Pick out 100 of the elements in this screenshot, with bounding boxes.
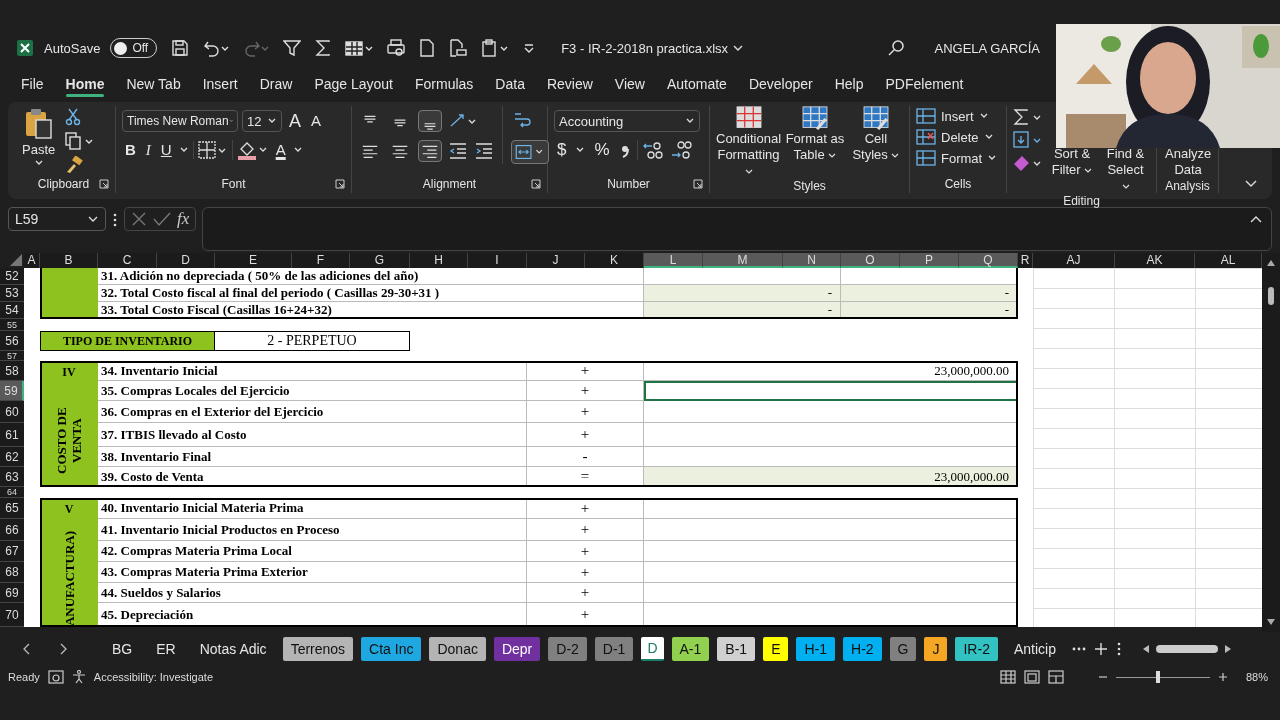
sheet-tab[interactable]: Terrenos xyxy=(282,637,354,661)
page-break-preview-icon[interactable] xyxy=(1047,670,1064,684)
styles-button[interactable]: Cell Styles xyxy=(848,106,903,163)
table-icon[interactable] xyxy=(345,39,374,57)
font-name-dropdown[interactable]: Times New Roman xyxy=(122,110,238,132)
column-header[interactable]: AL xyxy=(1195,253,1262,268)
formula-field[interactable] xyxy=(202,207,1272,251)
add-sheet-icon[interactable] xyxy=(1093,642,1108,656)
cells-button[interactable]: Delete xyxy=(916,129,1000,145)
fill-color-icon[interactable] xyxy=(231,140,269,160)
increase-decimal-icon[interactable] xyxy=(636,140,664,160)
collapse-formula-bar-icon[interactable] xyxy=(1249,214,1263,224)
column-header[interactable]: N xyxy=(783,253,841,268)
column-header[interactable]: J xyxy=(527,253,585,268)
horizontal-align-icon[interactable] xyxy=(418,140,442,162)
sheet-tab[interactable]: ER xyxy=(148,637,184,661)
zoom-level[interactable]: 88% xyxy=(1245,671,1268,683)
menu-tab[interactable]: Draw xyxy=(248,70,304,98)
sheet-tab[interactable]: Anticip xyxy=(1005,637,1064,661)
percent-button[interactable]: % xyxy=(591,140,613,160)
sheet-tab[interactable]: D-1 xyxy=(594,637,634,661)
column-header[interactable]: F xyxy=(292,253,350,268)
undo-icon[interactable] xyxy=(203,39,230,57)
sheet-tab[interactable]: Notas Adic xyxy=(191,637,275,661)
underline-button[interactable]: U xyxy=(157,140,175,160)
sheet-tab[interactable]: D xyxy=(641,637,664,661)
menu-tab[interactable]: New Tab xyxy=(115,70,192,98)
launcher-icon[interactable] xyxy=(531,179,541,189)
previous-sheet-icon[interactable] xyxy=(22,643,32,655)
launcher-icon[interactable] xyxy=(335,179,345,189)
cells-button[interactable]: Insert xyxy=(916,108,1000,124)
row-header[interactable]: 70 xyxy=(0,603,24,627)
document-icon[interactable] xyxy=(419,39,436,57)
bold-button[interactable]: B xyxy=(122,140,139,160)
italic-button[interactable]: I xyxy=(142,140,154,160)
vertical-align-icon[interactable] xyxy=(418,110,442,132)
decrease-font-size-button[interactable]: A xyxy=(308,111,325,131)
column-header[interactable]: H xyxy=(410,253,468,268)
scroll-right-icon[interactable] xyxy=(1223,644,1232,654)
font-size-dropdown[interactable]: 12 xyxy=(242,110,282,132)
row-header[interactable]: 63 xyxy=(0,467,24,487)
editing-button[interactable]: Find & Select xyxy=(1101,146,1150,194)
menu-tab[interactable]: Review xyxy=(535,70,604,98)
column-header[interactable]: G xyxy=(350,253,410,268)
caret-icon[interactable] xyxy=(292,146,303,154)
eraser-icon[interactable] xyxy=(1013,154,1043,172)
menu-tab[interactable]: Home xyxy=(54,70,116,98)
print-document-icon[interactable] xyxy=(449,39,468,57)
autosum-icon[interactable] xyxy=(1013,108,1043,126)
column-header[interactable]: O xyxy=(841,253,900,268)
sheet-tab[interactable]: IR-2 xyxy=(955,637,998,661)
column-header[interactable]: P xyxy=(900,253,959,268)
scroll-thumb[interactable] xyxy=(1268,287,1274,305)
clipboard-icon[interactable] xyxy=(481,39,510,57)
scroll-down-icon[interactable] xyxy=(1266,618,1276,626)
insert-function-button[interactable]: fx xyxy=(177,209,190,229)
sheet-tab[interactable]: Depr xyxy=(493,637,541,661)
paste-button[interactable]: Paste xyxy=(18,106,60,169)
menu-tab[interactable]: Formulas xyxy=(404,70,485,98)
sheet-tab[interactable]: E xyxy=(763,637,789,661)
menu-tab[interactable]: Developer xyxy=(737,70,824,98)
increase-indent-icon[interactable] xyxy=(474,141,494,161)
column-header[interactable]: K xyxy=(585,253,644,268)
name-box[interactable]: L59 xyxy=(8,207,106,231)
column-header[interactable]: A xyxy=(24,253,40,268)
sheet-tab[interactable]: H-2 xyxy=(843,637,882,661)
row-header[interactable]: 62 xyxy=(0,447,24,467)
menu-tab[interactable]: View xyxy=(603,70,656,98)
row-header[interactable]: 55 xyxy=(0,319,24,331)
vertical-scrollbar[interactable] xyxy=(1262,253,1280,632)
more-sheets-icon[interactable] xyxy=(1071,646,1086,652)
row-header[interactable]: 61 xyxy=(0,423,24,447)
column-header[interactable]: I xyxy=(468,253,527,268)
sheet-tab[interactable]: B-1 xyxy=(717,637,756,661)
row-header[interactable]: 69 xyxy=(0,583,24,603)
fill-down-icon[interactable] xyxy=(1013,131,1043,149)
row-header[interactable]: 56 xyxy=(0,331,24,351)
menu-tab[interactable]: Insert xyxy=(191,70,249,98)
scroll-up-icon[interactable] xyxy=(1266,259,1276,267)
format-painter-icon[interactable] xyxy=(65,156,84,174)
sheet-tab[interactable]: G xyxy=(889,637,917,661)
cells-button[interactable]: Format xyxy=(916,150,1000,166)
sheet-tab[interactable]: D-2 xyxy=(548,637,587,661)
more-options-icon[interactable] xyxy=(1115,642,1122,656)
row-header[interactable]: 65 xyxy=(0,498,24,519)
sum-icon[interactable] xyxy=(315,39,332,57)
select-all-icon[interactable] xyxy=(10,254,22,266)
normal-view-icon[interactable] xyxy=(999,670,1016,684)
row-header[interactable]: 52 xyxy=(0,268,24,285)
row-header[interactable]: 54 xyxy=(0,302,24,319)
next-sheet-icon[interactable] xyxy=(58,643,68,655)
column-header[interactable]: AK xyxy=(1115,253,1195,268)
launcher-icon[interactable] xyxy=(693,179,703,189)
row-header[interactable]: 64 xyxy=(0,487,24,498)
more-options-icon[interactable] xyxy=(112,212,118,228)
search-icon[interactable] xyxy=(886,39,905,57)
file-name-dropdown[interactable]: F3 - IR-2-2018n practica.xlsx xyxy=(561,40,745,56)
launcher-icon[interactable] xyxy=(99,179,109,189)
column-header[interactable]: R xyxy=(1018,253,1033,268)
row-header[interactable]: 58 xyxy=(0,361,24,381)
